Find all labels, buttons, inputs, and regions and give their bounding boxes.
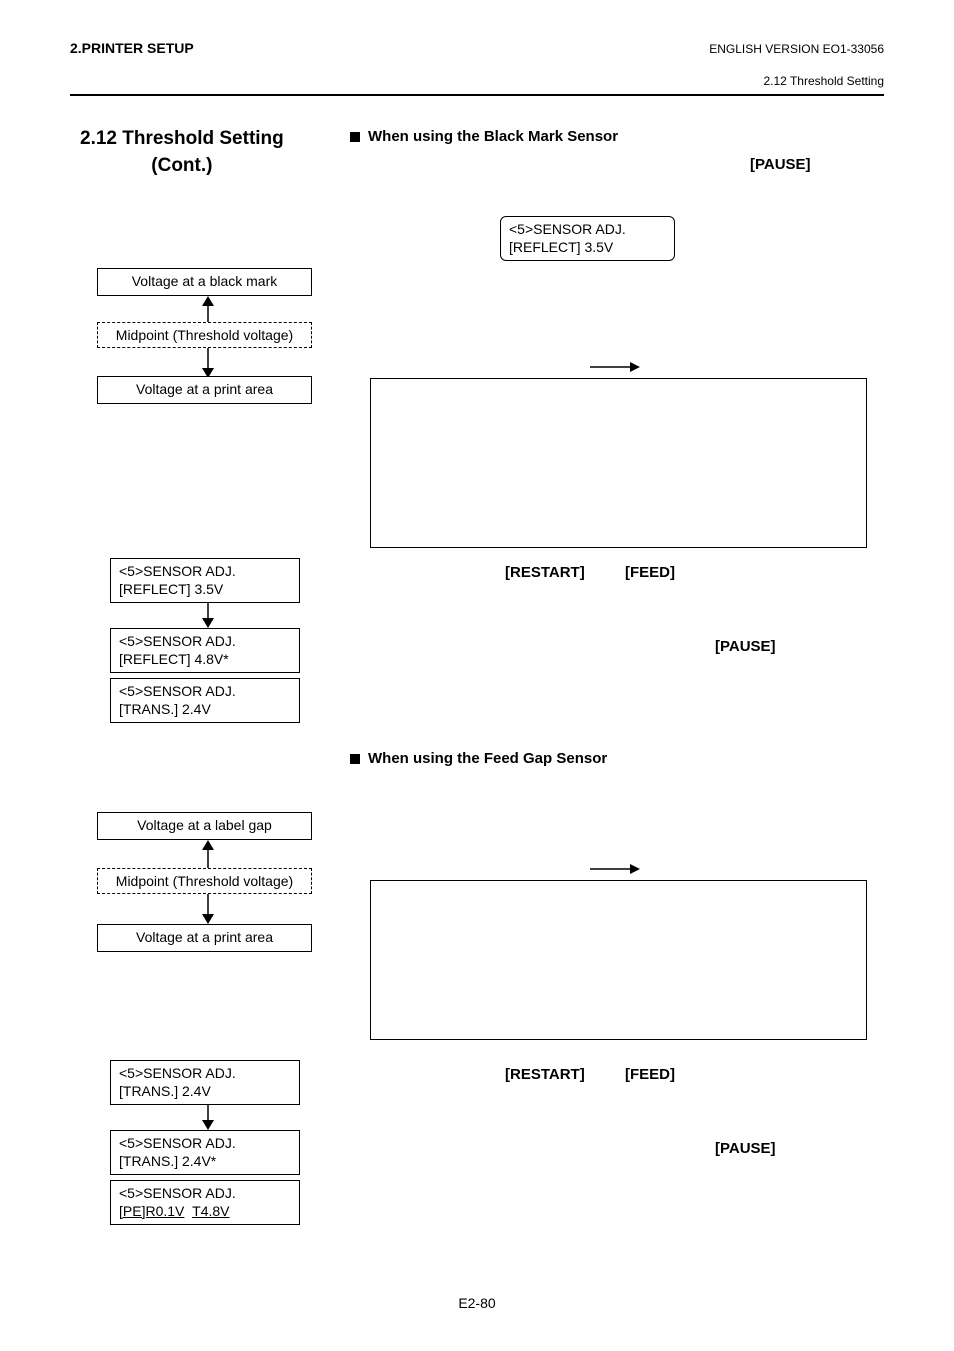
fg-seq3-l2a: [PE]R0.1V: [119, 1203, 184, 1219]
fg-seq3-l2: [PE]R0.1V T4.8V: [119, 1203, 291, 1221]
page-header: 2.PRINTER SETUP ENGLISH VERSION EO1-3305…: [70, 40, 884, 56]
section-title-line2: (Cont.): [80, 153, 284, 180]
feed-label-2: [FEED]: [625, 1066, 675, 1083]
content-area: 2.12 Threshold Setting (Cont.) When usin…: [70, 126, 884, 1276]
restart-label-1: [RESTART]: [505, 564, 585, 581]
arrow-down-icon-4: [198, 1104, 218, 1130]
seq2-box-2: <5>SENSOR ADJ. [TRANS.] 2.4V*: [110, 1130, 300, 1175]
square-bullet-icon-2: [350, 754, 360, 764]
arrow-down-icon-3: [198, 894, 218, 924]
arrow-right-icon: [590, 361, 640, 373]
fg-seq2-l1: <5>SENSOR ADJ.: [119, 1135, 291, 1153]
voltage-print-area-box-1: Voltage at a print area: [97, 376, 312, 404]
header-left: 2.PRINTER SETUP: [70, 40, 194, 56]
arrow-up-icon-2: [198, 840, 218, 870]
arrow-right-icon-2: [590, 863, 640, 875]
header-rule: [70, 94, 884, 96]
voltage-black-mark-box: Voltage at a black mark: [97, 268, 312, 296]
midpoint-box-2: Midpoint (Threshold voltage): [97, 868, 312, 894]
pause-label-2: [PAUSE]: [715, 638, 776, 655]
seq2-box-3: <5>SENSOR ADJ. [PE]R0.1V T4.8V: [110, 1180, 300, 1225]
feed-gap-heading: When using the Feed Gap Sensor: [350, 750, 607, 767]
lcd-reflect-box: <5>SENSOR ADJ. [REFLECT] 3.5V: [500, 216, 675, 261]
waveform-rect-2: [370, 880, 867, 1040]
voltage-label-gap-box: Voltage at a label gap: [97, 812, 312, 840]
seq2-l2: [REFLECT] 4.8V*: [119, 651, 291, 669]
seq2-l1: <5>SENSOR ADJ.: [119, 633, 291, 651]
arrow-down-icon: [198, 348, 218, 378]
feed-label-1: [FEED]: [625, 564, 675, 581]
black-mark-heading: When using the Black Mark Sensor: [350, 128, 618, 145]
midpoint-box-1: Midpoint (Threshold voltage): [97, 322, 312, 348]
fg-seq3-l2b: T4.8V: [192, 1203, 229, 1219]
seq3-l1: <5>SENSOR ADJ.: [119, 683, 291, 701]
page: 2.PRINTER SETUP ENGLISH VERSION EO1-3305…: [0, 0, 954, 1351]
waveform-rect-1: [370, 378, 867, 548]
lcd-reflect-l2: [REFLECT] 3.5V: [509, 239, 666, 257]
section-title-block: 2.12 Threshold Setting (Cont.): [80, 126, 284, 179]
seq1-box-1: <5>SENSOR ADJ. [REFLECT] 3.5V: [110, 558, 300, 603]
seq2-box-1: <5>SENSOR ADJ. [TRANS.] 2.4V: [110, 1060, 300, 1105]
seq1-l1: <5>SENSOR ADJ.: [119, 563, 291, 581]
fg-seq1-l2: [TRANS.] 2.4V: [119, 1083, 291, 1101]
header-right: ENGLISH VERSION EO1-33056: [709, 42, 884, 56]
square-bullet-icon: [350, 132, 360, 142]
feed-gap-heading-text: When using the Feed Gap Sensor: [368, 750, 607, 767]
fg-seq3-l1: <5>SENSOR ADJ.: [119, 1185, 291, 1203]
pause-label-3: [PAUSE]: [715, 1140, 776, 1157]
seq1-l2: [REFLECT] 3.5V: [119, 581, 291, 599]
lcd-reflect-l1: <5>SENSOR ADJ.: [509, 221, 666, 239]
seq1-box-2: <5>SENSOR ADJ. [REFLECT] 4.8V*: [110, 628, 300, 673]
seq1-box-3: <5>SENSOR ADJ. [TRANS.] 2.4V: [110, 678, 300, 723]
pause-label-1: [PAUSE]: [750, 156, 811, 173]
voltage-print-area-box-2: Voltage at a print area: [97, 924, 312, 952]
fg-seq2-l2: [TRANS.] 2.4V*: [119, 1153, 291, 1171]
restart-label-2: [RESTART]: [505, 1066, 585, 1083]
seq3-l2: [TRANS.] 2.4V: [119, 701, 291, 719]
header-sub-right: 2.12 Threshold Setting: [70, 74, 884, 88]
black-mark-heading-text: When using the Black Mark Sensor: [368, 128, 618, 145]
section-title-line1: 2.12 Threshold Setting: [80, 126, 284, 153]
arrow-down-icon-2: [198, 602, 218, 628]
fg-seq1-l1: <5>SENSOR ADJ.: [119, 1065, 291, 1083]
page-footer: E2-80: [0, 1295, 954, 1311]
